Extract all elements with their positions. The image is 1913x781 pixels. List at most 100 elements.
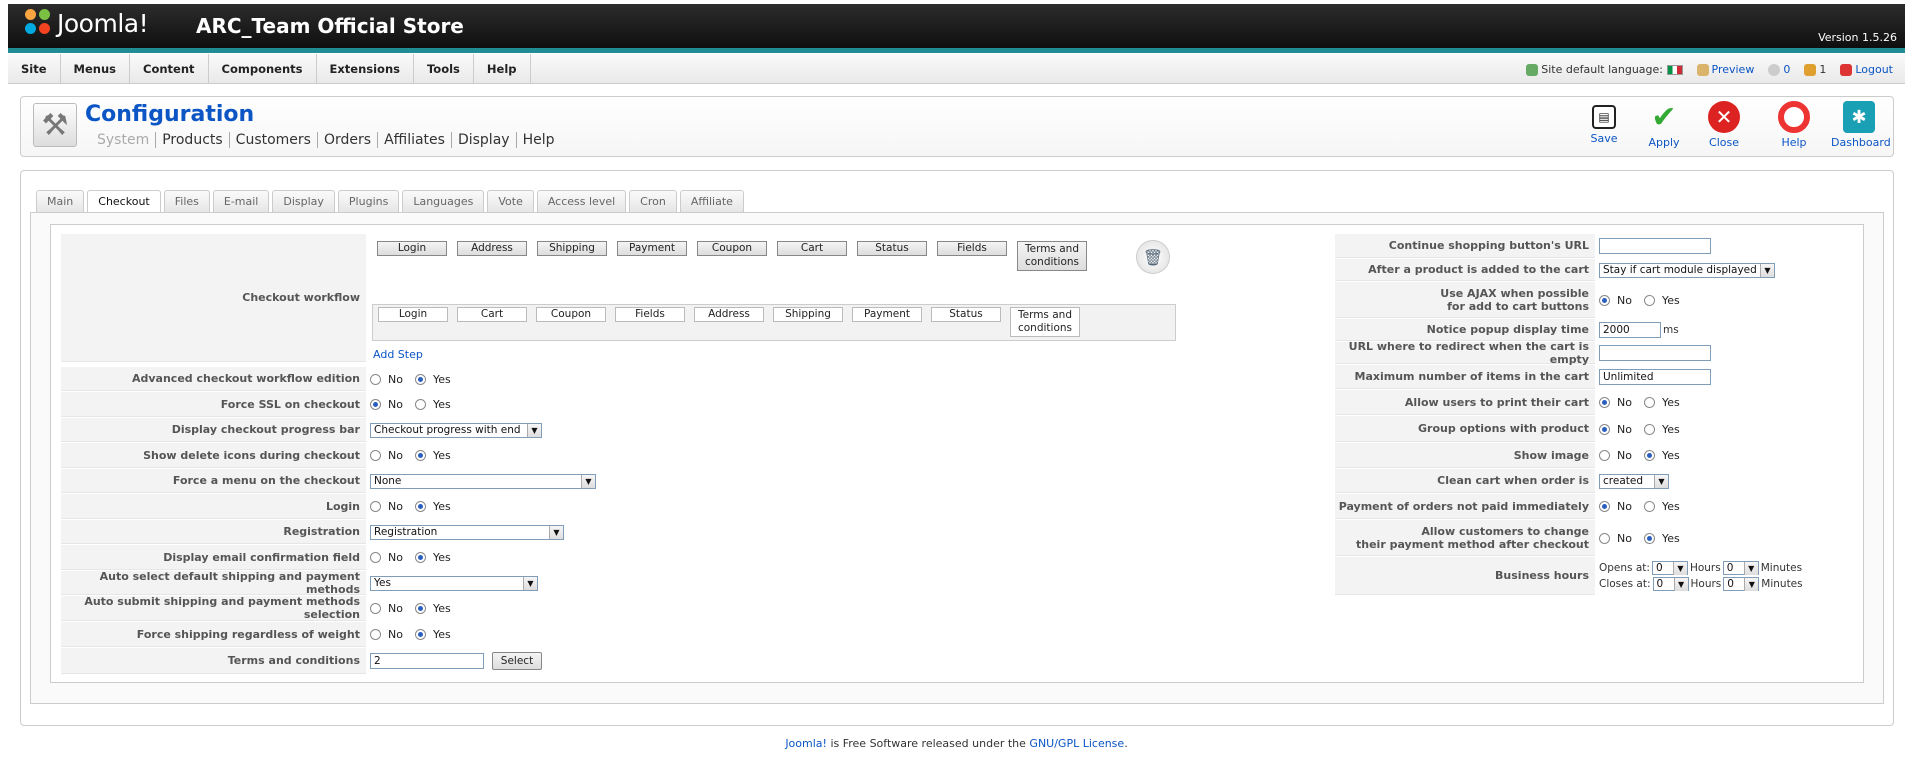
menu-extensions[interactable]: Extensions [317, 53, 414, 84]
ajax-yes-radio[interactable] [1643, 294, 1655, 306]
opens-hours-select[interactable]: 0 ▼ [1651, 561, 1688, 575]
terms-select-button[interactable]: Select [492, 652, 542, 670]
force-ssl-no-radio[interactable] [370, 399, 381, 410]
after-add-select[interactable]: Stay if cart module displayed ▼ [1599, 262, 1775, 278]
tab-email[interactable]: E-mail [212, 190, 270, 212]
continue-url-input[interactable] [1599, 238, 1711, 254]
gpl-license-link[interactable]: GNU/GPL License [1029, 737, 1124, 750]
email-confirm-no-radio[interactable] [370, 552, 381, 563]
workflow-step-cart-2[interactable]: Cart [457, 307, 527, 322]
force-shipping-no-radio[interactable] [370, 629, 381, 640]
dashboard-button[interactable]: ✱ Dashboard [1831, 101, 1891, 149]
image-no-radio[interactable] [1599, 450, 1610, 461]
advanced-yes-radio[interactable] [414, 373, 426, 385]
login-yes-radio[interactable] [414, 501, 426, 512]
workflow-step-fields-2[interactable]: Fields [615, 307, 685, 322]
group-no-radio[interactable] [1599, 423, 1610, 435]
popup-input[interactable]: 2000 [1599, 322, 1661, 338]
workflow-step-status[interactable]: Status [857, 241, 927, 256]
group-yes-radio[interactable] [1643, 423, 1655, 435]
menu-menus[interactable]: Menus [61, 53, 130, 84]
redirect-input[interactable] [1599, 345, 1711, 361]
workflow-step-coupon-2[interactable]: Coupon [536, 307, 606, 322]
force-shipping-yes-radio[interactable] [414, 629, 426, 640]
tab-main[interactable]: Main [36, 190, 85, 212]
change-payment-yes-radio[interactable] [1643, 532, 1655, 544]
tab-plugins[interactable]: Plugins [337, 190, 400, 212]
clean-cart-select[interactable]: created ▼ [1599, 473, 1669, 489]
menu-help[interactable]: Help [474, 53, 531, 84]
add-step-link[interactable]: Add Step [373, 348, 423, 361]
logout-link[interactable]: Logout [1840, 63, 1893, 76]
auto-submit-no-radio[interactable] [370, 603, 381, 614]
image-yes-radio[interactable] [1643, 450, 1655, 461]
submenu-display[interactable]: Display [450, 132, 516, 148]
workflow-step-shipping-2[interactable]: Shipping [773, 307, 843, 322]
closes-minutes-select[interactable]: 0 ▼ [1723, 577, 1760, 591]
registration-select[interactable]: Registration ▼ [370, 524, 564, 540]
workflow-step-coupon[interactable]: Coupon [697, 241, 767, 256]
not-paid-yes-radio[interactable] [1643, 501, 1655, 512]
force-menu-select[interactable]: None ▼ [370, 473, 596, 489]
print-no-radio[interactable] [1599, 397, 1610, 408]
tab-vote[interactable]: Vote [487, 190, 534, 212]
tab-affiliate[interactable]: Affiliate [679, 190, 744, 212]
save-button[interactable]: ▤ Save [1581, 101, 1627, 149]
tab-checkout[interactable]: Checkout [87, 190, 161, 213]
messages-link[interactable]: 0 [1768, 63, 1790, 76]
tab-cron[interactable]: Cron [629, 190, 677, 212]
print-yes-radio[interactable] [1643, 397, 1655, 408]
menu-site[interactable]: Site [8, 53, 61, 84]
submenu-affiliates[interactable]: Affiliates [377, 132, 451, 148]
not-paid-no-radio[interactable] [1599, 501, 1610, 512]
workflow-step-payment[interactable]: Payment [617, 241, 687, 256]
opens-minutes-select[interactable]: 0 ▼ [1722, 561, 1759, 575]
menu-components[interactable]: Components [209, 53, 317, 84]
workflow-step-address-2[interactable]: Address [694, 307, 764, 322]
save-icon: ▤ [1592, 105, 1616, 129]
workflow-step-shipping[interactable]: Shipping [537, 241, 607, 256]
popup-label: Notice popup display time [1335, 319, 1595, 341]
workflow-step-status-2[interactable]: Status [931, 307, 1001, 322]
delete-icons-no-radio[interactable] [370, 450, 381, 461]
menu-tools[interactable]: Tools [414, 53, 474, 84]
workflow-step-terms-2[interactable]: Terms and conditions [1010, 307, 1080, 337]
workflow-step-terms[interactable]: Terms and conditions [1017, 241, 1087, 271]
logout-icon [1840, 63, 1853, 76]
auto-submit-yes-radio[interactable] [414, 603, 426, 614]
help-button[interactable]: Help [1771, 101, 1817, 149]
terms-input[interactable]: 2 [370, 653, 484, 669]
workflow-step-fields[interactable]: Fields [937, 241, 1007, 256]
trash-icon[interactable]: 🗑 [1136, 240, 1170, 274]
apply-button[interactable]: ✔ Apply [1641, 100, 1687, 150]
workflow-step-address[interactable]: Address [457, 241, 527, 256]
submenu-products[interactable]: Products [155, 132, 228, 148]
print-row: Allow users to print their cart No Yes [1335, 390, 1690, 415]
joomla-link[interactable]: Joomla! [785, 737, 827, 750]
workflow-step-login-2[interactable]: Login [378, 307, 448, 322]
progress-bar-select[interactable]: Checkout progress with end ▼ [370, 422, 542, 438]
close-button[interactable]: ✕ Close [1701, 101, 1747, 149]
tab-files[interactable]: Files [163, 190, 210, 212]
tab-languages[interactable]: Languages [402, 190, 485, 212]
login-no-radio[interactable] [370, 501, 381, 512]
preview-link[interactable]: Preview [1696, 63, 1754, 76]
tab-display[interactable]: Display [272, 190, 335, 212]
tab-access-level[interactable]: Access level [536, 190, 627, 212]
advanced-no-radio[interactable] [370, 373, 381, 385]
submenu-orders[interactable]: Orders [316, 132, 377, 148]
change-payment-no-radio[interactable] [1599, 532, 1610, 544]
email-confirm-yes-radio[interactable] [414, 552, 426, 563]
menu-content[interactable]: Content [130, 53, 209, 84]
closes-hours-select[interactable]: 0 ▼ [1652, 577, 1689, 591]
force-ssl-yes-radio[interactable] [414, 399, 426, 410]
workflow-step-cart[interactable]: Cart [777, 241, 847, 256]
submenu-help[interactable]: Help [515, 132, 561, 148]
workflow-step-payment-2[interactable]: Payment [852, 307, 922, 322]
delete-icons-yes-radio[interactable] [414, 450, 426, 461]
ajax-no-radio[interactable] [1599, 294, 1610, 306]
auto-select-select[interactable]: Yes ▼ [370, 575, 538, 591]
workflow-step-login[interactable]: Login [377, 241, 447, 256]
submenu-customers[interactable]: Customers [228, 132, 317, 148]
max-items-input[interactable]: Unlimited [1599, 369, 1711, 385]
